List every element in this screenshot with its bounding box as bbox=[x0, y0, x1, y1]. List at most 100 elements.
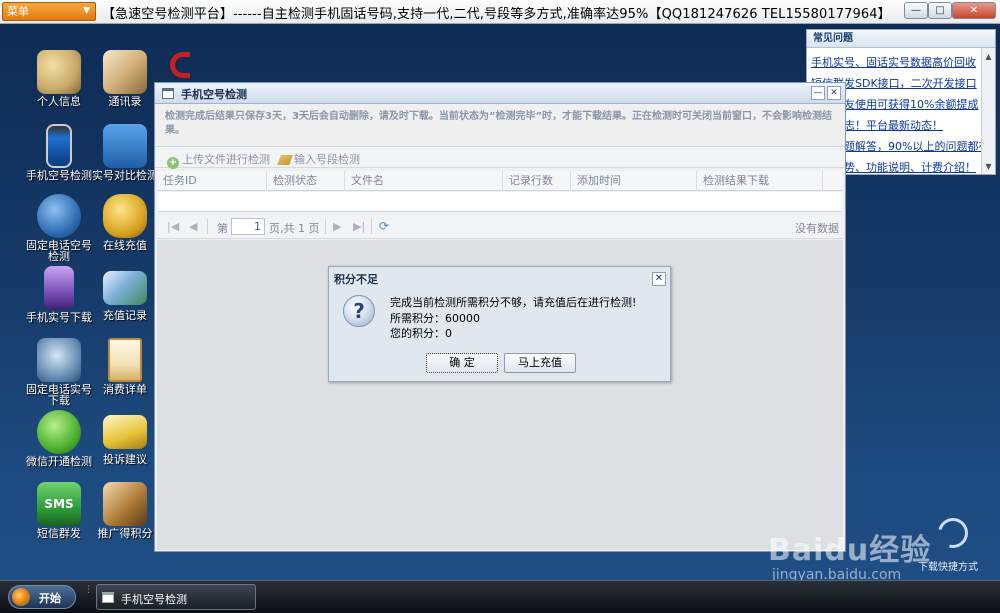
empty-data-text: 没有数据 bbox=[795, 222, 839, 235]
question-icon: ? bbox=[343, 295, 375, 327]
taskbar: 开始 ⋮ 手机空号检测 bbox=[0, 580, 1000, 613]
add-icon: + bbox=[167, 157, 179, 169]
page-total-text: 页,共 1 页 bbox=[269, 222, 320, 235]
scroll-up-icon[interactable]: ▲ bbox=[983, 50, 994, 63]
credit-card-icon bbox=[103, 271, 147, 305]
table-header: 任务ID 检测状态 文件名 记录行数 添加时间 检测结果下载 bbox=[157, 171, 843, 191]
desk-phone-icon bbox=[37, 194, 81, 238]
window-icon bbox=[162, 88, 174, 99]
desktop-icon-wechat-check[interactable]: 微信开通检测 bbox=[24, 410, 94, 467]
desktop-icon-consumption-detail[interactable]: 消费详单 bbox=[90, 338, 160, 395]
address-book-icon bbox=[103, 50, 147, 94]
column-header-filename[interactable]: 文件名 bbox=[345, 171, 503, 191]
page-number-input[interactable]: 1 bbox=[231, 218, 265, 235]
pencil-icon bbox=[277, 155, 293, 165]
desktop-icon-label: 实号对比检测 bbox=[92, 169, 158, 182]
start-button[interactable]: 开始 bbox=[8, 585, 76, 609]
pager-separator bbox=[207, 219, 208, 234]
desktop-icon-sms-broadcast[interactable]: SMS 短信群发 bbox=[24, 482, 94, 539]
menu-button[interactable]: 菜单 ▼ bbox=[2, 2, 96, 21]
first-page-icon[interactable]: |◀ bbox=[167, 220, 179, 233]
desktop-icon-label: 手机实号下载 bbox=[26, 311, 92, 324]
dialog-message: 完成当前检测所需积分不够，请充值后在进行检测! bbox=[390, 296, 637, 309]
desktop-icon-referral-points[interactable]: 推广得积分 bbox=[90, 482, 160, 539]
mobile-phone-icon bbox=[46, 124, 72, 168]
envelope-icon bbox=[103, 415, 147, 449]
required-points-text: 所需积分：60000 bbox=[390, 312, 480, 325]
faq-scrollbar[interactable]: ▲ ▼ bbox=[981, 48, 995, 174]
prev-page-icon[interactable]: ◀ bbox=[189, 220, 197, 233]
phone-handset-icon[interactable] bbox=[166, 50, 196, 78]
menu-button-label: 菜单 bbox=[7, 5, 29, 18]
recharge-now-button[interactable]: 马上充值 bbox=[504, 353, 576, 373]
desktop-icon-mobile-empty-check[interactable]: 手机空号检测 bbox=[24, 124, 94, 181]
dialog-close-button[interactable]: ✕ bbox=[652, 272, 666, 286]
desktop-icon-real-number-compare[interactable]: 实号对比检测 bbox=[90, 124, 160, 181]
desktop-icon-label: 短信群发 bbox=[37, 527, 81, 540]
magnifier-icon bbox=[103, 124, 147, 168]
input-segment-button[interactable]: 输入号段检测 bbox=[277, 151, 360, 167]
input-segment-label: 输入号段检测 bbox=[294, 153, 360, 166]
desktop-icon-landline-real-download[interactable]: 固定电话实号下载 bbox=[24, 338, 94, 406]
watermark-logo-icon bbox=[932, 512, 974, 554]
start-label: 开始 bbox=[39, 592, 61, 605]
upload-file-button[interactable]: + 上传文件进行检测 bbox=[167, 151, 270, 169]
promotion-book-icon bbox=[103, 482, 147, 526]
desktop-icon-online-recharge[interactable]: 在线充值 bbox=[90, 194, 160, 251]
insufficient-points-dialog: 积分不足 ✕ ? 完成当前检测所需积分不够，请充值后在进行检测! 所需积分：60… bbox=[328, 266, 671, 382]
desktop-icon-contacts[interactable]: 通讯录 bbox=[90, 50, 160, 107]
handset-shape bbox=[170, 52, 190, 78]
window-close-button[interactable]: ✕ bbox=[827, 86, 841, 100]
desktop-icon-label: 通讯录 bbox=[108, 95, 142, 108]
desktop-icon-mobile-real-download[interactable]: 手机实号下载 bbox=[24, 266, 94, 323]
column-header-row-count[interactable]: 记录行数 bbox=[503, 171, 571, 191]
retention-notice: 检测完成后结果只保存3天，3天后会自动删除，请及时下载。当前状态为“检测完毕”时… bbox=[165, 111, 833, 136]
page-prefix: 第 bbox=[217, 222, 228, 235]
desktop-icon-label: 投诉建议 bbox=[103, 453, 147, 466]
last-page-icon[interactable]: ▶| bbox=[353, 220, 365, 233]
pagination-bar: |◀ ◀ 第 1 页,共 1 页 ▶ ▶| ⟳ 没有数据 bbox=[157, 215, 843, 239]
refresh-icon[interactable]: ⟳ bbox=[379, 219, 389, 233]
window-title: 手机空号检测 bbox=[181, 88, 247, 101]
chevron-down-icon: ▼ bbox=[83, 6, 90, 16]
taskbar-item-mobile-empty-check[interactable]: 手机空号检测 bbox=[96, 584, 256, 610]
clipboard-icon bbox=[108, 338, 142, 382]
window-minimize-button[interactable]: — bbox=[811, 86, 825, 100]
keys-icon bbox=[37, 50, 81, 94]
table-body bbox=[157, 192, 843, 212]
window-toolbar: + 上传文件进行检测 输入号段检测 bbox=[155, 146, 845, 169]
column-header-status[interactable]: 检测状态 bbox=[267, 171, 345, 191]
maximize-button[interactable]: □ bbox=[928, 2, 952, 19]
download-shortcut-link[interactable]: 下载快捷方式 bbox=[918, 558, 978, 573]
faq-link[interactable]: 手机实号、固话实号数据高价回收 bbox=[811, 52, 993, 73]
desktop-icon-label: 固定电话实号下载 bbox=[26, 383, 92, 407]
title-bar: 菜单 ▼ 【急速空号检测平台】------自主检测手机固话号码,支持一代,二代,… bbox=[0, 0, 1000, 24]
app-title: 【急速空号检测平台】------自主检测手机固话号码,支持一代,二代,号段等多方… bbox=[102, 7, 891, 22]
desktop-icon-personal-info[interactable]: 个人信息 bbox=[24, 50, 94, 107]
column-header-task-id[interactable]: 任务ID bbox=[157, 171, 267, 191]
faq-title: 常见问题 bbox=[813, 33, 853, 44]
taskbar-grip-icon[interactable]: ⋮ bbox=[84, 586, 93, 595]
taskbar-item-label: 手机空号检测 bbox=[121, 593, 187, 606]
desktop-icon-label: 在线充值 bbox=[103, 239, 147, 252]
window-title-bar[interactable]: 手机空号检测 — ✕ bbox=[155, 83, 845, 104]
desktop-icon-label: 消费详单 bbox=[103, 383, 147, 396]
desktop-icon-feedback[interactable]: 投诉建议 bbox=[90, 410, 160, 465]
close-button[interactable]: ✕ bbox=[952, 2, 996, 19]
current-points-text: 您的积分：0 bbox=[390, 327, 452, 340]
desktop-icon-recharge-history[interactable]: 充值记录 bbox=[90, 266, 160, 321]
faq-header: 常见问题 bbox=[807, 30, 995, 48]
coins-icon bbox=[103, 194, 147, 238]
telephone-icon bbox=[37, 338, 81, 382]
next-page-icon[interactable]: ▶ bbox=[333, 220, 341, 233]
windows-logo-icon bbox=[12, 588, 30, 606]
ok-button[interactable]: 确 定 bbox=[426, 353, 498, 373]
scroll-down-icon[interactable]: ▼ bbox=[983, 160, 994, 173]
column-header-result-download[interactable]: 检测结果下载 bbox=[697, 171, 823, 191]
desktop-icon-label: 推广得积分 bbox=[97, 527, 153, 540]
desktop-icon-landline-empty-check[interactable]: 固定电话空号检测 bbox=[24, 194, 94, 262]
watermark-brand: Baidu经验 bbox=[768, 533, 932, 568]
column-header-added-time[interactable]: 添加时间 bbox=[571, 171, 697, 191]
minimize-button[interactable]: — bbox=[904, 2, 928, 19]
pager-separator bbox=[371, 219, 372, 234]
